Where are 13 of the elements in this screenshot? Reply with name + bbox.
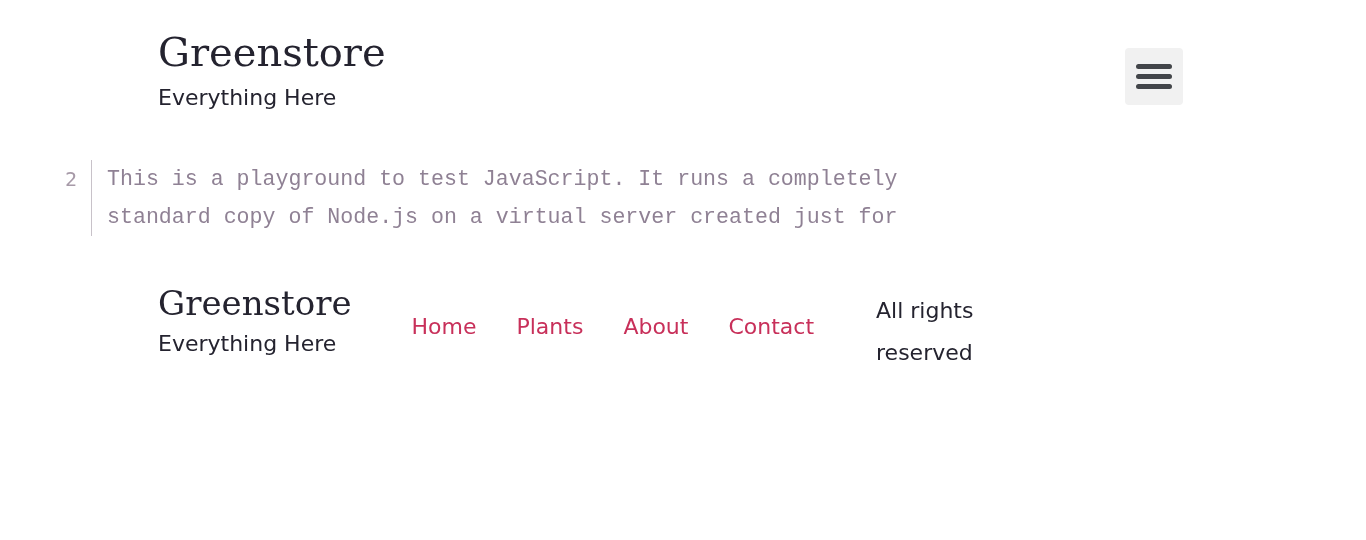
site-title: Greenstore [158,28,386,77]
menu-icon [1136,63,1172,90]
code-text[interactable]: This is a playground to test JavaScript. It runs a completely standard copy of Node.js on a virtual server created just for [107,160,927,236]
copyright-text: All rights reserved [876,297,975,367]
line-number: 2 [0,160,92,236]
nav-link[interactable]: Contact [728,310,815,344]
nav-link[interactable]: About [623,310,689,344]
footer-tagline: Everything Here [158,330,338,358]
footer-title: Greenstore [158,282,352,325]
nav-link[interactable]: Home [411,310,477,344]
nav-link[interactable]: Plants [516,310,584,344]
menu-button[interactable] [1125,48,1183,105]
site-tagline: Everything Here [158,84,338,112]
